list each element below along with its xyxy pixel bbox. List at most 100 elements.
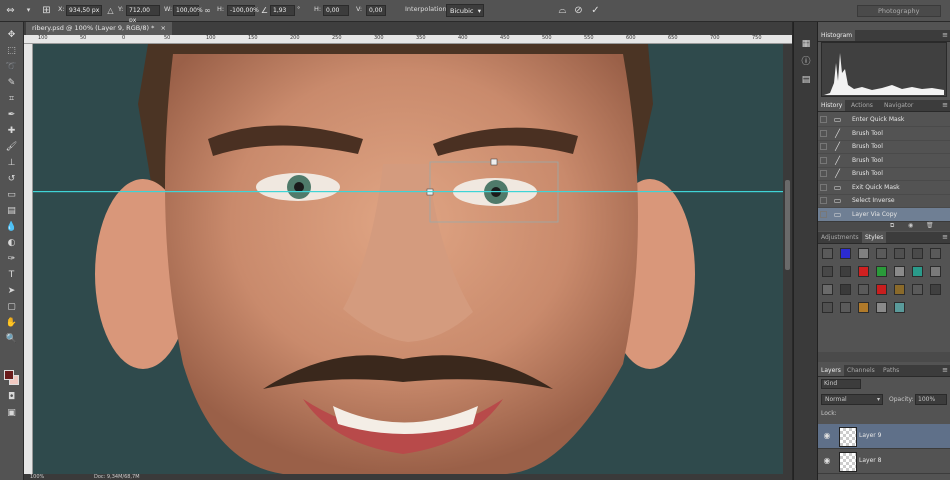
style-swatch[interactable] xyxy=(822,302,833,313)
layer-name[interactable]: Layer 9 xyxy=(859,424,881,448)
history-source-checkbox[interactable] xyxy=(820,116,827,123)
quick-select-tool-icon[interactable]: ✎ xyxy=(4,78,19,89)
visibility-eye-icon[interactable]: ◉ xyxy=(822,431,832,441)
style-swatch[interactable] xyxy=(840,248,851,259)
info-panel-icon[interactable]: ⓘ xyxy=(800,56,812,68)
document-canvas[interactable] xyxy=(33,44,783,474)
panel-menu-icon[interactable]: ≡ xyxy=(942,30,948,41)
snapshot-icon[interactable]: ◉ xyxy=(908,222,913,229)
new-document-icon[interactable]: ⧉ xyxy=(890,222,894,230)
lasso-tool-icon[interactable]: ➰ xyxy=(4,62,19,73)
history-item[interactable]: ╱ Brush Tool xyxy=(818,167,950,181)
history-item[interactable]: ▭ Exit Quick Mask xyxy=(818,181,950,195)
history-item[interactable]: ▭ Layer Via Copy xyxy=(818,207,950,222)
blur-tool-icon[interactable]: 💧 xyxy=(4,222,19,233)
history-item[interactable]: ▭ Enter Quick Mask xyxy=(818,113,950,127)
style-swatch[interactable] xyxy=(858,302,869,313)
layer-row[interactable]: ◉ Layer 8 xyxy=(818,449,950,474)
history-source-checkbox[interactable] xyxy=(820,210,827,218)
eyedropper-tool-icon[interactable]: ✒ xyxy=(4,110,19,121)
style-swatch[interactable] xyxy=(894,284,905,295)
history-brush-tool-icon[interactable]: ↺ xyxy=(4,174,19,185)
foreground-color-swatch[interactable] xyxy=(4,370,14,380)
ruler-horizontal[interactable]: 100 50 0 50 100 150 200 250 300 350 400 450 500 550 60… xyxy=(24,35,792,44)
kind-filter[interactable]: Kind xyxy=(821,379,861,389)
style-swatch[interactable] xyxy=(894,248,905,259)
layer-row[interactable]: ◉ Layer 9 xyxy=(818,424,950,449)
hskew-field[interactable]: 0,00 xyxy=(323,5,349,16)
tab-styles[interactable]: Styles xyxy=(862,232,887,243)
cancel-transform-icon[interactable]: ⊘ xyxy=(572,4,585,17)
style-swatch[interactable] xyxy=(876,284,887,295)
scrollbar-thumb[interactable] xyxy=(785,180,790,270)
style-swatch[interactable] xyxy=(894,266,905,277)
quick-mask-icon[interactable]: ◘ xyxy=(4,392,19,403)
link-icon[interactable]: ∞ xyxy=(201,4,214,17)
history-source-checkbox[interactable] xyxy=(820,170,827,177)
visibility-eye-icon[interactable]: ◉ xyxy=(822,456,832,466)
transform-tool-icon[interactable]: ⇔ xyxy=(4,4,17,17)
horizontal-guide[interactable] xyxy=(33,191,783,193)
style-swatch[interactable] xyxy=(822,284,833,295)
history-source-checkbox[interactable] xyxy=(820,156,827,164)
eraser-tool-icon[interactable]: ▭ xyxy=(4,190,19,201)
style-swatch[interactable] xyxy=(840,302,851,313)
panel-menu-icon[interactable]: ≡ xyxy=(942,365,948,376)
style-swatch[interactable] xyxy=(894,302,905,313)
tool-preset-dropdown-icon[interactable]: ▾ xyxy=(22,4,35,17)
hand-tool-icon[interactable]: ✋ xyxy=(4,318,19,329)
reference-point-icon[interactable]: ⊞ xyxy=(40,4,53,17)
style-swatch[interactable] xyxy=(876,266,887,277)
pen-tool-icon[interactable]: ✑ xyxy=(4,254,19,265)
tab-history[interactable]: History xyxy=(818,100,846,111)
clone-stamp-tool-icon[interactable]: ⊥ xyxy=(4,158,19,169)
style-swatch[interactable] xyxy=(912,248,923,259)
ruler-vertical[interactable] xyxy=(24,44,33,474)
tab-actions[interactable]: Actions xyxy=(848,100,876,111)
transform-handle[interactable] xyxy=(490,158,498,166)
zoom-tool-icon[interactable]: 🔍 xyxy=(4,334,19,345)
history-source-checkbox[interactable] xyxy=(820,143,827,150)
trash-icon[interactable]: 🗑 xyxy=(926,222,934,229)
blend-mode-select[interactable]: Normal ▾ xyxy=(821,394,883,405)
history-item[interactable]: ╱ Brush Tool xyxy=(818,140,950,154)
style-swatch[interactable] xyxy=(930,248,941,259)
history-panel-icon[interactable]: ▦ xyxy=(800,38,812,50)
vskew-field[interactable]: 0,00 xyxy=(366,5,386,16)
x-field[interactable]: 934,50 px xyxy=(66,5,102,16)
status-zoom[interactable]: 100% xyxy=(30,474,44,480)
tab-paths[interactable]: Paths xyxy=(880,365,902,376)
document-tab[interactable]: ribery.psd @ 100% (Layer 9, RGB/8) * × xyxy=(26,22,172,35)
style-swatch[interactable] xyxy=(840,266,851,277)
gradient-tool-icon[interactable]: ▤ xyxy=(4,206,19,217)
shape-tool-icon[interactable]: ▢ xyxy=(4,302,19,313)
panel-menu-icon[interactable]: ≡ xyxy=(942,232,948,243)
h-field[interactable]: -100,00% xyxy=(227,5,259,16)
dodge-tool-icon[interactable]: ◐ xyxy=(4,238,19,249)
warp-mode-icon[interactable]: ⌓ xyxy=(556,4,569,17)
style-swatch[interactable] xyxy=(876,302,887,313)
style-swatch[interactable] xyxy=(858,284,869,295)
w-field[interactable]: 100,00% xyxy=(173,5,203,16)
properties-panel-icon[interactable]: ▤ xyxy=(800,74,812,86)
y-field[interactable]: 712,00 px xyxy=(126,5,160,24)
healing-brush-tool-icon[interactable]: ✚ xyxy=(4,126,19,137)
path-selection-tool-icon[interactable]: ➤ xyxy=(4,286,19,297)
type-tool-icon[interactable]: T xyxy=(4,270,19,281)
move-tool-icon[interactable]: ✥ xyxy=(4,30,19,41)
history-item[interactable]: ╱ Brush Tool xyxy=(818,154,950,168)
opacity-field[interactable]: 100% xyxy=(915,394,947,405)
style-swatch[interactable] xyxy=(930,266,941,277)
layer-name[interactable]: Layer 8 xyxy=(859,449,881,473)
marquee-tool-icon[interactable]: ⬚ xyxy=(4,46,19,57)
style-swatch[interactable] xyxy=(840,284,851,295)
screen-mode-icon[interactable]: ▣ xyxy=(4,408,19,419)
tab-navigator[interactable]: Navigator xyxy=(881,100,916,111)
close-icon[interactable]: × xyxy=(160,24,165,32)
history-item[interactable]: ╱ Brush Tool xyxy=(818,127,950,141)
interpolation-select[interactable]: Bicubic ▾ xyxy=(446,4,484,17)
tab-adjustments[interactable]: Adjustments xyxy=(818,232,862,243)
panel-menu-icon[interactable]: ≡ xyxy=(942,100,948,111)
tab-histogram[interactable]: Histogram xyxy=(818,30,856,41)
tab-layers[interactable]: Layers xyxy=(818,365,844,376)
